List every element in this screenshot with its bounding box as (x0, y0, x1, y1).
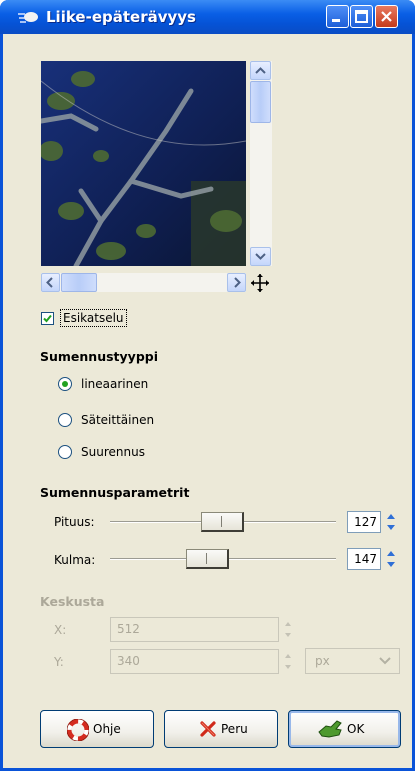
length-spin-arrows-icon[interactable] (384, 511, 398, 533)
lifebuoy-icon (67, 719, 89, 741)
length-slider-handle[interactable] (201, 512, 244, 532)
unit-select[interactable]: px (305, 648, 400, 674)
chevron-down-icon (255, 253, 266, 260)
navigate-move-icon[interactable] (249, 273, 271, 293)
preview-checkbox-label[interactable]: Esikatselu (60, 309, 127, 327)
radio-selected-dot (62, 381, 68, 387)
window-title: Liike-epäterävyys (46, 8, 196, 26)
maximize-icon (355, 10, 368, 23)
ok-hand-icon (318, 720, 342, 738)
preview-photo (41, 61, 246, 266)
minimize-button[interactable] (326, 5, 349, 28)
angle-spinbox[interactable]: 147 (347, 548, 381, 570)
ok-button-label: OK (347, 722, 365, 736)
cancel-button[interactable]: Peru (164, 710, 278, 748)
close-button[interactable] (375, 5, 398, 28)
scroll-down-button[interactable] (250, 247, 271, 266)
center-x-label: X: (54, 623, 67, 637)
horizontal-scroll-thumb[interactable] (61, 273, 97, 292)
checkmark-icon (43, 314, 52, 323)
cancel-x-icon (200, 721, 216, 737)
center-heading: Keskusta (40, 594, 105, 609)
chevron-left-icon (46, 277, 53, 288)
dialog-window: Liike-epäterävyys Esikatselu Sumennustyy… (0, 0, 415, 771)
radio-zoom[interactable] (58, 445, 72, 459)
center-y-spin-icon[interactable] (282, 649, 294, 674)
cancel-button-label: Peru (221, 722, 248, 736)
title-bar[interactable]: Liike-epäterävyys (0, 0, 415, 34)
chevron-up-icon (255, 67, 266, 74)
preview-horizontal-scrollbar[interactable] (41, 273, 246, 292)
close-icon (381, 11, 392, 22)
ok-button[interactable]: OK (288, 710, 401, 748)
radio-linear-label[interactable]: lineaarinen (81, 377, 148, 391)
center-y-input[interactable]: 340 (110, 649, 279, 674)
scroll-up-button[interactable] (250, 61, 271, 80)
scroll-left-button[interactable] (41, 273, 60, 292)
scroll-right-button[interactable] (227, 273, 246, 292)
center-x-spin-icon[interactable] (282, 617, 294, 642)
help-button[interactable]: Ohje (40, 710, 154, 748)
radio-radial[interactable] (58, 413, 72, 427)
chevron-right-icon (234, 277, 241, 288)
maximize-button[interactable] (350, 5, 373, 28)
radio-zoom-label[interactable]: Suurennus (81, 445, 145, 459)
preview-image[interactable] (41, 61, 246, 266)
preview-vertical-scrollbar[interactable] (250, 61, 272, 266)
angle-label: Kulma: (54, 553, 96, 567)
minimize-icon (332, 19, 340, 22)
length-spinbox[interactable]: 127 (347, 511, 381, 533)
motion-blur-icon (18, 12, 38, 23)
radio-radial-label[interactable]: Säteittäinen (81, 413, 154, 427)
chevron-down-icon (379, 657, 391, 665)
angle-spin-arrows-icon[interactable] (384, 548, 398, 570)
length-label: Pituus: (54, 515, 95, 529)
help-button-label: Ohje (93, 722, 121, 736)
preview-checkbox[interactable] (41, 312, 54, 325)
unit-select-value: px (315, 654, 330, 668)
angle-slider-handle[interactable] (186, 549, 229, 569)
radio-linear[interactable] (58, 377, 72, 391)
vertical-scroll-thumb[interactable] (250, 81, 271, 123)
blur-type-heading: Sumennustyyppi (40, 349, 158, 364)
center-y-label: Y: (54, 655, 64, 669)
center-x-input[interactable]: 512 (110, 617, 279, 642)
blur-params-heading: Sumennusparametrit (40, 485, 190, 500)
